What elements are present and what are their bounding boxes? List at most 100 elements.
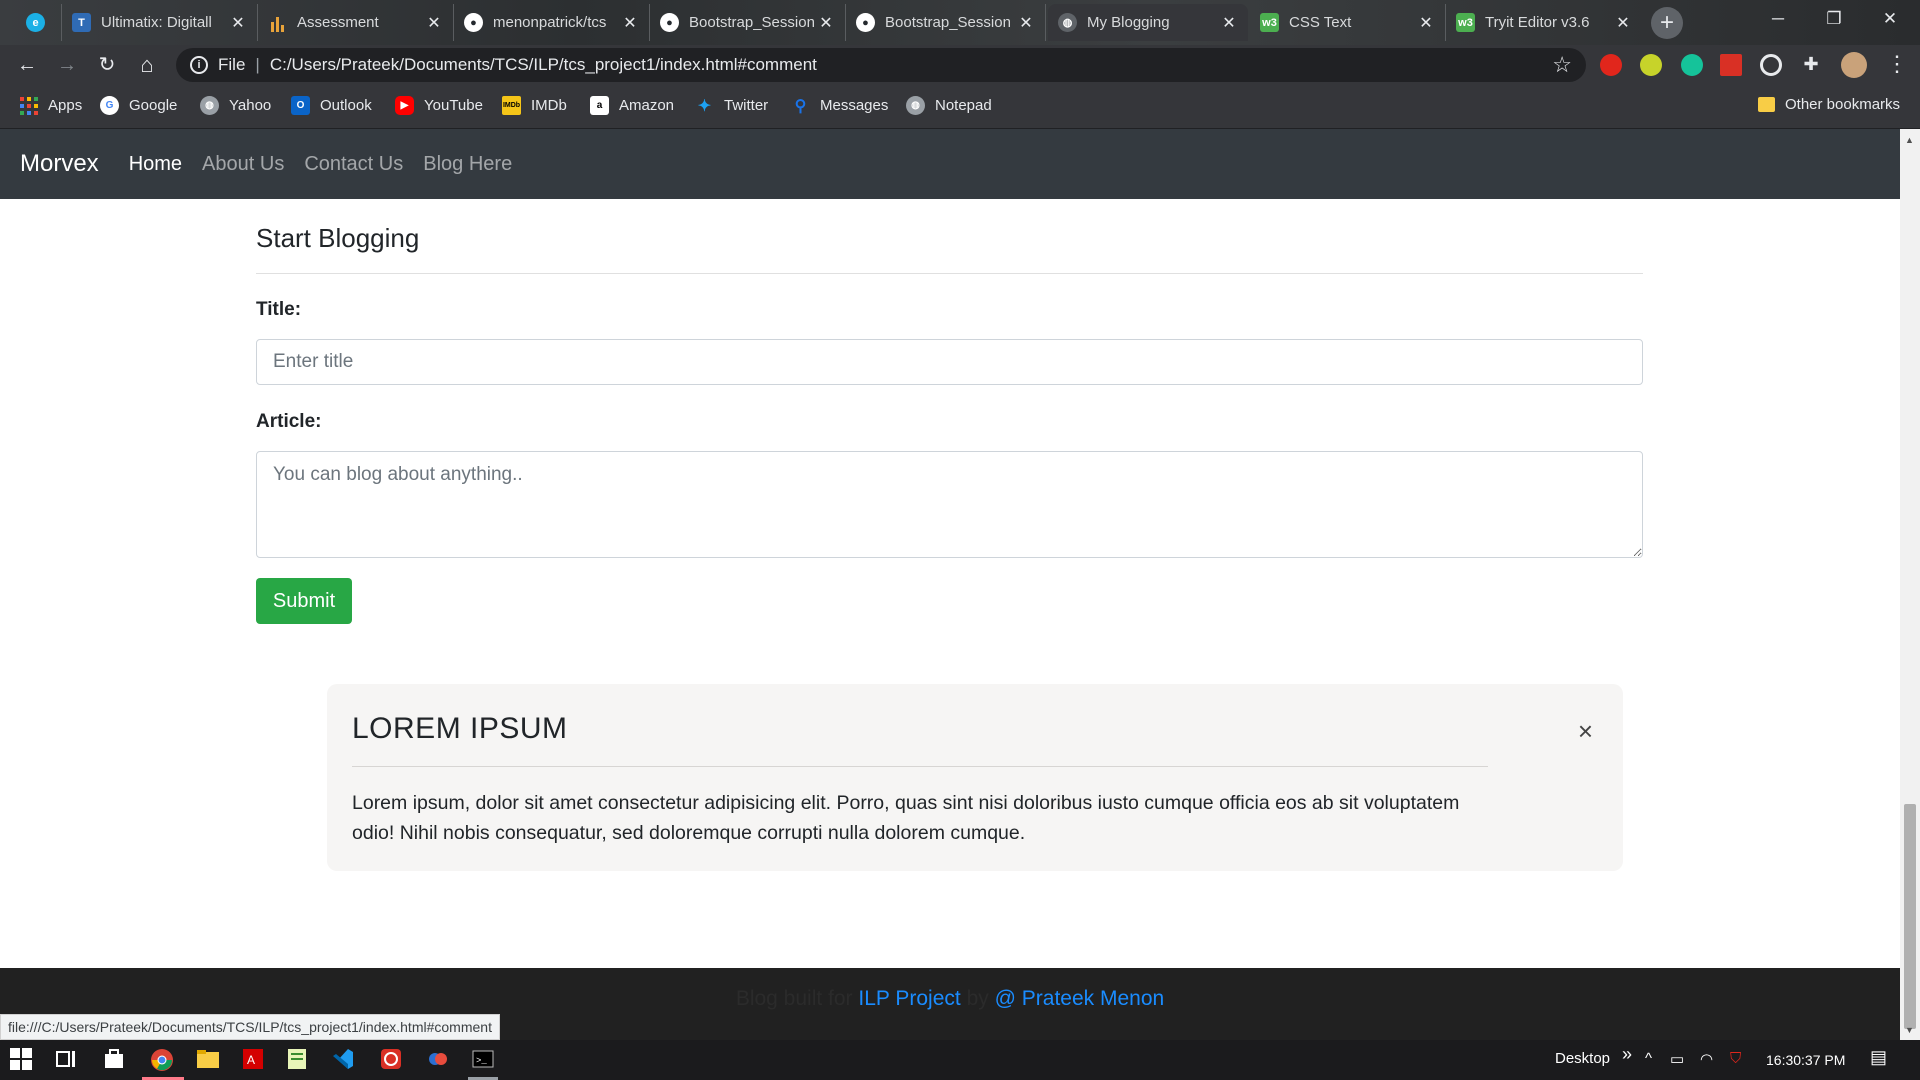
- bookmark-amazon[interactable]: a Amazon: [590, 96, 674, 115]
- folder-icon: [1758, 97, 1775, 112]
- bookmark-yahoo[interactable]: ◍ Yahoo: [200, 96, 271, 115]
- page-scrollbar[interactable]: ▲ ▼: [1900, 129, 1920, 1040]
- tab-tryit-editor[interactable]: w3 Tryit Editor v3.6 ✕: [1446, 4, 1642, 41]
- new-tab-button[interactable]: +: [1651, 7, 1683, 39]
- github-icon: ●: [660, 13, 679, 32]
- tab-css-text[interactable]: w3 CSS Text ✕: [1250, 4, 1446, 41]
- title-input[interactable]: [256, 339, 1643, 385]
- profile-avatar[interactable]: [1841, 52, 1867, 78]
- nav-home[interactable]: Home: [129, 153, 182, 176]
- task-view-icon[interactable]: [55, 1048, 79, 1072]
- card-divider: [352, 766, 1488, 767]
- notepad-plus-icon[interactable]: [286, 1048, 310, 1072]
- info-icon[interactable]: i: [190, 56, 208, 74]
- browser-menu-icon[interactable]: ⋮: [1886, 51, 1908, 77]
- bookmark-imdb[interactable]: IMDb IMDb: [502, 96, 567, 115]
- messages-icon: ⚲: [794, 97, 807, 115]
- bookmark-youtube[interactable]: ▶ YouTube: [395, 96, 483, 115]
- extensions-puzzle-icon[interactable]: ✚: [1800, 54, 1822, 76]
- back-button[interactable]: ←: [13, 51, 41, 79]
- tab-bootstrap-session-2[interactable]: ● Bootstrap_Session ✕: [846, 4, 1046, 41]
- globe-icon: ◍: [200, 96, 219, 115]
- bookmarks-bar: Apps G Google ◍ Yahoo O Outlook ▶ YouTub…: [0, 85, 1920, 129]
- address-url: C:/Users/Prateek/Documents/TCS/ILP/tcs_p…: [269, 55, 817, 74]
- notifications-icon[interactable]: ▤: [1870, 1047, 1887, 1068]
- toolbar-overflow-chevron[interactable]: »: [1622, 1044, 1632, 1065]
- tab-edge[interactable]: e: [16, 4, 62, 41]
- tab-bootstrap-session-1[interactable]: ● Bootstrap_Session ✕: [650, 4, 846, 41]
- blog-form: Start Blogging Title: Article: Submit: [256, 199, 1643, 624]
- close-icon[interactable]: ×: [1578, 716, 1593, 747]
- show-hidden-icons-icon[interactable]: ^: [1645, 1050, 1652, 1067]
- close-tab-icon[interactable]: ✕: [1220, 13, 1238, 33]
- store-icon[interactable]: [103, 1048, 127, 1072]
- extension-red-book-icon[interactable]: [1720, 54, 1742, 76]
- article-textarea[interactable]: [256, 451, 1643, 558]
- footer-link-author[interactable]: @ Prateek Menon: [995, 987, 1165, 1010]
- w3schools-icon: w3: [1260, 13, 1279, 32]
- divider: [256, 273, 1643, 274]
- github-icon: ●: [464, 13, 483, 32]
- close-tab-icon[interactable]: ✕: [229, 13, 247, 33]
- grammarly-icon[interactable]: [1681, 54, 1703, 76]
- bookmark-notepad[interactable]: ◍ Notepad: [906, 96, 992, 115]
- form-heading: Start Blogging: [256, 223, 420, 253]
- home-button[interactable]: ⌂: [133, 51, 161, 79]
- git-client-icon[interactable]: [427, 1048, 451, 1072]
- antivirus-shield-icon[interactable]: ⛉: [1730, 1050, 1741, 1067]
- clock-time[interactable]: 16:30:37 PM: [1766, 1052, 1845, 1068]
- scrollbar-thumb[interactable]: [1904, 804, 1916, 1029]
- vscode-icon[interactable]: [332, 1048, 356, 1072]
- close-tab-icon[interactable]: ✕: [621, 13, 639, 33]
- tab-ultimatix[interactable]: T Ultimatix: Digitall ✕: [62, 4, 258, 41]
- adblock-extension-icon[interactable]: [1600, 54, 1622, 76]
- site-brand[interactable]: Morvex: [20, 150, 99, 178]
- tab-my-blogging[interactable]: ◍ My Blogging ✕: [1048, 4, 1248, 41]
- windows-start-icon[interactable]: [10, 1048, 34, 1072]
- extension-green-yellow-icon[interactable]: [1640, 54, 1662, 76]
- close-window-button[interactable]: ✕: [1862, 0, 1918, 40]
- close-tab-icon[interactable]: ✕: [425, 13, 443, 33]
- tab-assessment[interactable]: Assessment ✕: [258, 4, 454, 41]
- extension-target-icon[interactable]: [1760, 54, 1782, 76]
- file-explorer-icon[interactable]: [196, 1048, 220, 1072]
- footer-link-ilp-project[interactable]: ILP Project: [858, 987, 960, 1010]
- chrome-icon[interactable]: [150, 1048, 174, 1072]
- nav-about-us[interactable]: About Us: [202, 153, 284, 176]
- close-tab-icon[interactable]: ✕: [1614, 13, 1632, 33]
- nav-contact-us[interactable]: Contact Us: [304, 153, 403, 176]
- article-label: Article:: [256, 411, 322, 432]
- restore-button[interactable]: ❐: [1806, 0, 1862, 40]
- site-navbar: Morvex Home About Us Contact Us Blog Her…: [0, 129, 1900, 199]
- google-icon: G: [100, 96, 119, 115]
- svg-text:A: A: [247, 1053, 255, 1067]
- nav-blog-here[interactable]: Blog Here: [423, 153, 512, 176]
- terminal-icon[interactable]: >_: [472, 1048, 496, 1072]
- battery-icon[interactable]: ▭: [1670, 1050, 1684, 1068]
- other-bookmarks[interactable]: Other bookmarks: [1758, 96, 1900, 113]
- bookmark-messages[interactable]: ⚲ Messages: [791, 96, 889, 115]
- acrobat-icon[interactable]: A: [242, 1048, 266, 1072]
- address-bar[interactable]: i File | C:/Users/Prateek/Documents/TCS/…: [176, 48, 1586, 82]
- bookmark-star-icon[interactable]: ☆: [1552, 52, 1572, 78]
- close-tab-icon[interactable]: ✕: [1417, 13, 1435, 33]
- submit-button[interactable]: Submit: [256, 578, 352, 624]
- whatsapp-icon[interactable]: [380, 1048, 404, 1072]
- tab-github-repo[interactable]: ● menonpatrick/tcs ✕: [454, 4, 650, 41]
- bookmark-apps[interactable]: Apps: [19, 96, 82, 115]
- bookmark-google[interactable]: G Google: [100, 96, 177, 115]
- address-scheme-label: File: [218, 55, 246, 74]
- desktop-toolbar-label[interactable]: Desktop: [1555, 1050, 1610, 1067]
- close-tab-icon[interactable]: ✕: [1017, 13, 1035, 33]
- windows-taskbar: A >_ Desktop » ^ ▭ ◠ ⛉ 16:30:37 PM ▤: [0, 1040, 1920, 1080]
- wifi-icon[interactable]: ◠: [1700, 1050, 1713, 1068]
- scroll-down-arrow-icon[interactable]: ▼: [1905, 1025, 1914, 1035]
- forward-button[interactable]: →: [53, 51, 81, 79]
- bookmark-outlook[interactable]: O Outlook: [291, 96, 372, 115]
- outlook-icon: O: [291, 96, 310, 115]
- scroll-up-arrow-icon[interactable]: ▲: [1905, 135, 1914, 145]
- reload-button[interactable]: ↻: [93, 51, 121, 79]
- bookmark-twitter[interactable]: ✦ Twitter: [695, 96, 768, 115]
- minimize-button[interactable]: ─: [1750, 0, 1806, 40]
- close-tab-icon[interactable]: ✕: [817, 13, 835, 33]
